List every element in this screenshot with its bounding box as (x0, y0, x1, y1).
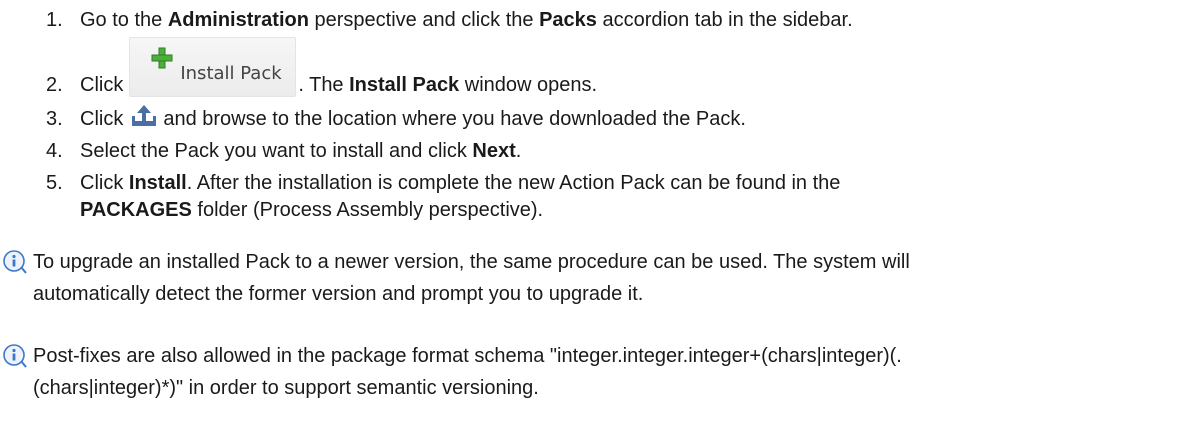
perspective-name: Administration (167, 9, 309, 31)
step-2: 2. Click Install Pack. The Install Pack wi… (46, 37, 597, 97)
step-text: Click (80, 108, 124, 130)
note-line: (chars|integer)*)" in order to support s… (33, 377, 539, 399)
window-name: Install Pack (349, 74, 460, 96)
info-icon (3, 250, 27, 274)
note-line: To upgrade an installed Pack to a newer … (33, 251, 910, 273)
note-postfixes: Post-fixes are also allowed in the packa… (2, 340, 902, 404)
step-text: . After the installation is complete the… (186, 172, 841, 194)
upload-icon[interactable] (131, 105, 157, 127)
step-5: 5. Click Install. After the installation … (46, 170, 840, 196)
next-button-name: Next (472, 140, 516, 162)
note-upgrade: To upgrade an installed Pack to a newer … (2, 246, 910, 310)
note-line: Post-fixes are also allowed in the packa… (33, 345, 902, 367)
step-text: accordion tab in the sidebar. (596, 9, 853, 31)
step-4: 4. Select the Pack you want to install an… (46, 138, 521, 164)
step-number: 3. (46, 108, 63, 130)
tab-name: Packs (539, 9, 597, 31)
step-text: . The (298, 74, 350, 96)
install-pack-label: Install Pack (180, 63, 282, 84)
step-5-continued: PACKAGES folder (Process Assembly perspe… (80, 197, 543, 223)
step-text: and browse to the location where you hav… (163, 108, 746, 130)
install-button-name: Install (128, 172, 187, 194)
plus-icon (151, 47, 173, 69)
step-text: Click (80, 172, 129, 194)
step-text: . (515, 140, 522, 162)
step-text: folder (Process Assembly perspective). (191, 199, 544, 221)
step-text: perspective and click the (308, 9, 540, 31)
step-text: Go to the (80, 9, 168, 31)
step-text: window opens. (459, 74, 598, 96)
install-pack-button[interactable]: Install Pack (129, 37, 297, 97)
step-3: 3. Click and browse to the location where … (46, 105, 746, 132)
info-icon (3, 344, 27, 368)
step-1: 1. Go to the Administration perspective a… (46, 7, 853, 33)
step-number: 4. (46, 140, 63, 162)
folder-name: PACKAGES (80, 199, 192, 221)
step-number: 5. (46, 172, 63, 194)
note-line: automatically detect the former version … (33, 283, 644, 305)
step-text: Click (80, 74, 124, 96)
step-number: 1. (46, 9, 63, 31)
step-text: Select the Pack you want to install and … (80, 140, 473, 162)
